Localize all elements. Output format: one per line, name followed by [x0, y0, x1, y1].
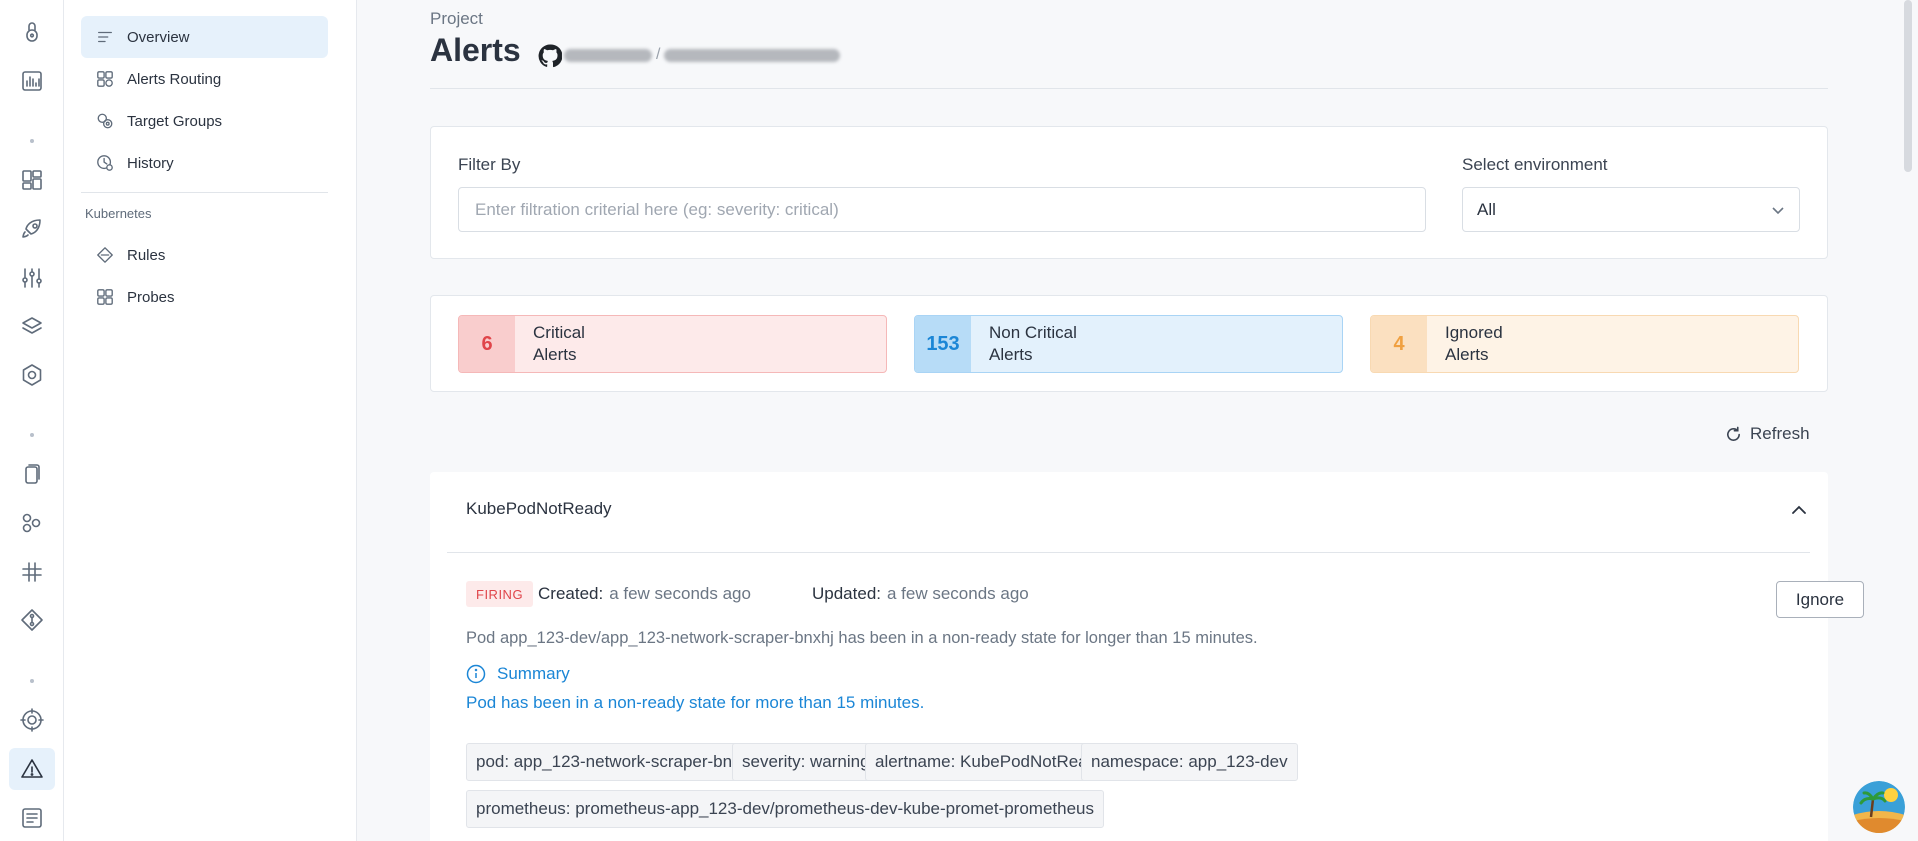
routing-icon: [95, 69, 115, 89]
sidebar-item-label: Overview: [127, 28, 190, 46]
sidebar-section-title: Kubernetes: [85, 206, 152, 221]
alert-card: KubePodNotReady FIRING Created: a few sec…: [430, 472, 1864, 841]
alert-icon[interactable]: [9, 748, 55, 790]
ignored-label-line1: Ignored: [1445, 323, 1503, 342]
updated-value: a few seconds ago: [887, 584, 1029, 603]
repo-name[interactable]: /: [564, 46, 841, 63]
title-divider: [430, 88, 1828, 89]
label-tag: alertname: KubePodNotReady: [865, 743, 1116, 781]
sidebar-divider: [81, 192, 328, 193]
icon-rail: [0, 0, 64, 841]
rail-separator: [30, 679, 34, 683]
rail-separator: [30, 433, 34, 437]
layers-icon[interactable]: [18, 313, 46, 341]
sidebar: Overview Alerts Routing Target Groups Hi…: [64, 0, 357, 841]
alert-name: KubePodNotReady: [466, 499, 612, 518]
list-icon[interactable]: [18, 804, 46, 832]
sidebar-item-label: Target Groups: [127, 112, 223, 130]
sidebar-item-label: History: [127, 154, 174, 172]
sidebar-item-probes[interactable]: Probes: [81, 276, 328, 318]
page-title: Alerts: [430, 32, 521, 68]
rail-separator: [30, 139, 34, 143]
critical-label-line1: Critical: [533, 323, 585, 342]
critical-alerts-stat[interactable]: 6 Critical Alerts: [458, 315, 887, 373]
list-lines-icon: [95, 27, 115, 47]
repo-owner-redacted: [564, 48, 652, 62]
avatar-image: [1853, 781, 1905, 833]
probes-icon: [95, 287, 115, 307]
alert-stats-card: 6 Critical Alerts 153 Non Critical Alert…: [430, 295, 1828, 392]
non-critical-label-line1: Non Critical: [989, 323, 1077, 342]
repo-name-redacted: [664, 48, 841, 62]
ignore-button[interactable]: Ignore: [1776, 581, 1864, 618]
sidebar-item-alerts-routing[interactable]: Alerts Routing: [81, 58, 328, 100]
target-groups-icon: [95, 111, 115, 131]
sidebar-item-history[interactable]: History: [81, 142, 328, 184]
sidebar-item-label: Rules: [127, 246, 166, 264]
created-meta: Created: a few seconds ago: [538, 584, 751, 604]
bar-chart-icon[interactable]: [18, 67, 46, 95]
filter-card: Filter By Select environment All: [430, 126, 1828, 259]
rules-icon: [95, 245, 115, 265]
refresh-label: Refresh: [1750, 424, 1810, 443]
status-badge: FIRING: [466, 581, 534, 607]
summary-heading: Summary: [466, 664, 570, 684]
components-icon[interactable]: [18, 558, 46, 586]
filter-input[interactable]: [458, 187, 1426, 232]
critical-count: 6: [459, 316, 515, 372]
environment-select[interactable]: All: [1462, 187, 1800, 232]
filter-label: Filter By: [458, 155, 521, 174]
info-icon: [466, 664, 486, 684]
git-icon[interactable]: [18, 606, 46, 634]
non-critical-alerts-stat[interactable]: 153 Non Critical Alerts: [914, 315, 1343, 373]
rocket-icon[interactable]: [18, 215, 46, 243]
summary-label: Summary: [497, 664, 570, 683]
circles-icon[interactable]: [18, 509, 46, 537]
github-icon: [538, 44, 562, 68]
ignored-label-line2: Alerts: [1445, 345, 1489, 364]
label-tag: namespace: app_123-dev: [1081, 743, 1298, 781]
helm-icon[interactable]: [18, 361, 46, 389]
sidebar-item-rules[interactable]: Rules: [81, 234, 328, 276]
refresh-icon: [1727, 426, 1740, 441]
refresh-button[interactable]: Refresh: [1725, 424, 1810, 444]
scrollbar[interactable]: [1904, 0, 1912, 172]
avatar[interactable]: [1853, 781, 1905, 833]
alert-description: Pod app_123-dev/app_123-network-scraper-…: [466, 629, 1258, 647]
environment-select-value: All: [1477, 199, 1496, 219]
sidebar-item-label: Probes: [127, 288, 175, 306]
summary-text: Pod has been in a non-ready state for mo…: [466, 693, 925, 712]
chevron-down-icon: [1772, 206, 1784, 214]
breadcrumb[interactable]: Project: [430, 9, 483, 29]
label-tag: severity: warning: [732, 743, 880, 781]
updated-meta: Updated: a few seconds ago: [812, 584, 1029, 604]
alert-divider: [447, 552, 1810, 553]
created-label: Created:: [538, 584, 604, 603]
sliders-icon[interactable]: [18, 264, 46, 292]
non-critical-count: 153: [915, 316, 971, 372]
environment-label: Select environment: [1462, 155, 1608, 174]
label-tag: prometheus: prometheus-app_123-dev/prome…: [466, 790, 1105, 828]
dashboard-icon[interactable]: [18, 166, 46, 194]
non-critical-label-line2: Alerts: [989, 345, 1033, 364]
ignored-count: 4: [1371, 316, 1427, 372]
sidebar-item-label: Alerts Routing: [127, 70, 222, 88]
critical-label-line2: Alerts: [533, 345, 577, 364]
lock-icon[interactable]: [18, 18, 46, 46]
sidebar-item-target-groups[interactable]: Target Groups: [81, 100, 328, 142]
label-tag: pod: app_123-network-scraper-bnxhj: [466, 743, 764, 781]
chevron-up-icon[interactable]: [1788, 499, 1810, 521]
target-icon[interactable]: [18, 706, 46, 734]
main-content: Project Alerts / Filter By Select enviro…: [357, 0, 1918, 841]
history-icon: [95, 153, 115, 173]
files-icon[interactable]: [18, 460, 46, 488]
updated-label: Updated:: [812, 584, 881, 603]
sidebar-item-overview[interactable]: Overview: [81, 16, 328, 58]
created-value: a few seconds ago: [609, 584, 751, 603]
repo-separator: /: [656, 46, 661, 63]
ignored-alerts-stat[interactable]: 4 Ignored Alerts: [1370, 315, 1799, 373]
